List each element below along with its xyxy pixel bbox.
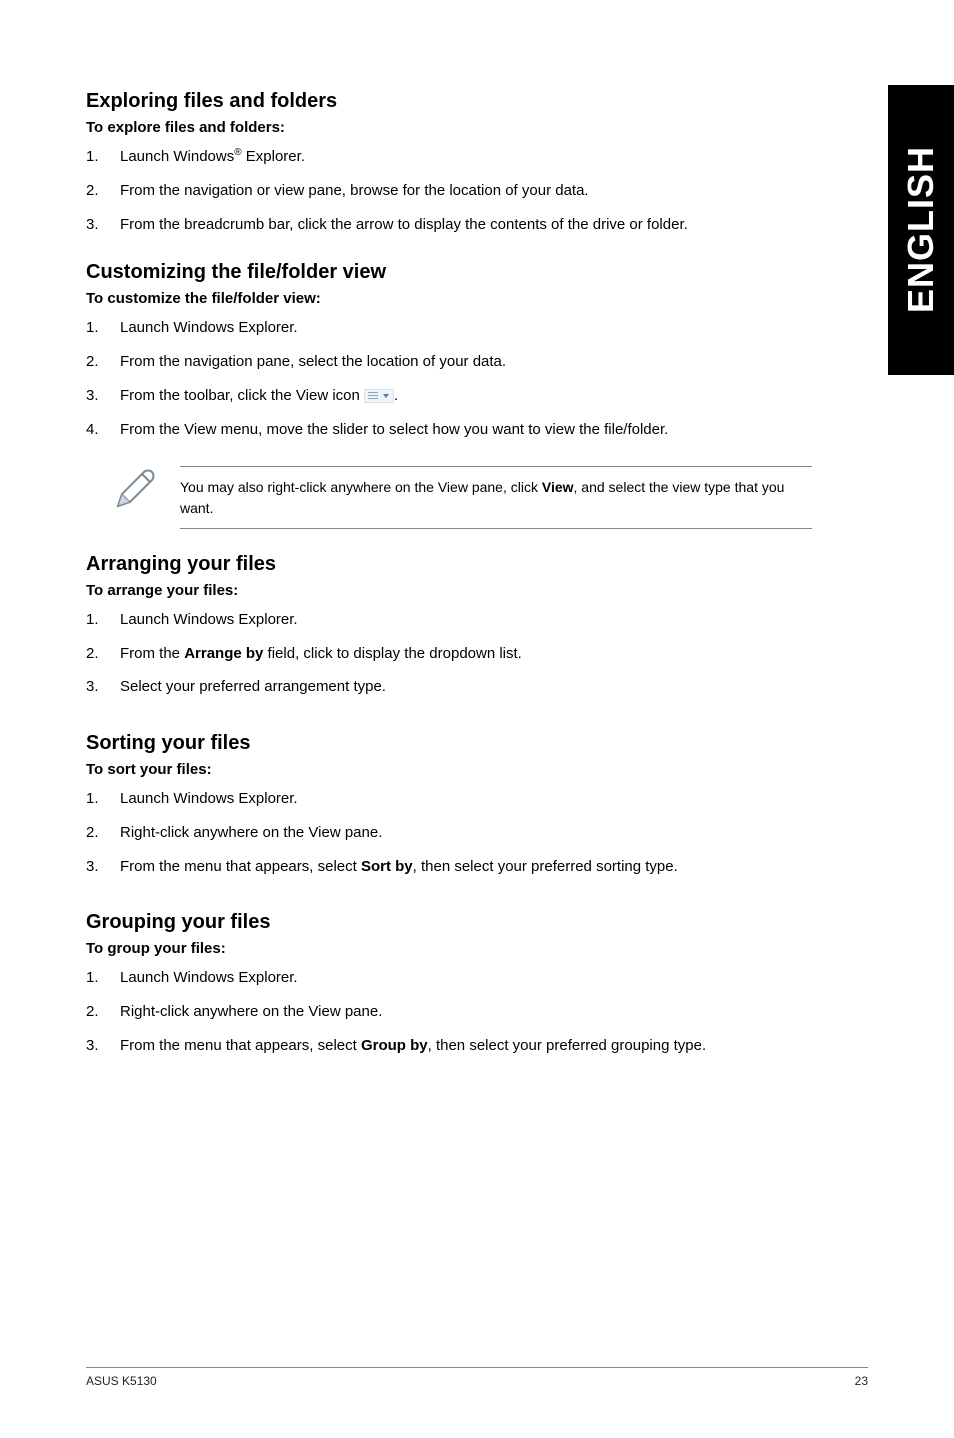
text-fragment: From the menu that appears, select	[120, 858, 361, 875]
step-number: 3.	[86, 214, 120, 236]
step-number: 3.	[86, 1035, 120, 1057]
step-number: 2.	[86, 1001, 120, 1023]
page-number: 23	[855, 1374, 868, 1388]
step-text: From the View menu, move the slider to s…	[120, 419, 826, 441]
heading-sorting: Sorting your files	[86, 732, 826, 755]
step-text: From the menu that appears, select Group…	[120, 1035, 826, 1057]
view-dropdown-icon	[364, 389, 394, 403]
list-item: 3. From the menu that appears, select Gr…	[86, 1035, 826, 1057]
step-text: Select your preferred arrangement type.	[120, 676, 826, 698]
text-fragment: Launch Windows	[120, 148, 234, 165]
page-footer: ASUS K5130 23	[86, 1367, 868, 1388]
list-customizing: 1. Launch Windows Explorer. 2. From the …	[86, 317, 826, 440]
step-text: From the navigation or view pane, browse…	[120, 180, 826, 202]
subheading-exploring: To explore files and folders:	[86, 119, 826, 136]
list-item: 1. Launch Windows Explorer.	[86, 788, 826, 810]
list-item: 3. Select your preferred arrangement typ…	[86, 676, 826, 698]
spacer	[86, 724, 826, 732]
heading-customizing: Customizing the file/folder view	[86, 261, 826, 284]
step-number: 1.	[86, 609, 120, 631]
step-text: Right-click anywhere on the View pane.	[120, 1001, 826, 1023]
list-item: 1. Launch Windows Explorer.	[86, 609, 826, 631]
subheading-grouping: To group your files:	[86, 940, 826, 957]
list-arranging: 1. Launch Windows Explorer. 2. From the …	[86, 609, 826, 698]
subheading-sorting: To sort your files:	[86, 761, 826, 778]
bold-text: Group by	[361, 1037, 428, 1054]
text-fragment: From the toolbar, click the View icon	[120, 387, 364, 404]
bold-text: Sort by	[361, 858, 413, 875]
step-text: Right-click anywhere on the View pane.	[120, 822, 826, 844]
text-fragment: From the menu that appears, select	[120, 1037, 361, 1054]
list-item: 2. From the Arrange by field, click to d…	[86, 643, 826, 665]
spacer	[86, 903, 826, 911]
text-fragment: , then select your preferred grouping ty…	[428, 1037, 707, 1054]
step-number: 3.	[86, 385, 120, 407]
step-number: 1.	[86, 967, 120, 989]
list-grouping: 1. Launch Windows Explorer. 2. Right-cli…	[86, 967, 826, 1056]
text-fragment: From the	[120, 645, 184, 662]
list-item: 4. From the View menu, move the slider t…	[86, 419, 826, 441]
step-text: From the breadcrumb bar, click the arrow…	[120, 214, 826, 236]
list-item: 3. From the menu that appears, select So…	[86, 856, 826, 878]
list-item: 2. From the navigation or view pane, bro…	[86, 180, 826, 202]
bold-text: Arrange by	[184, 645, 263, 662]
content-area: Exploring files and folders To explore f…	[86, 90, 826, 1057]
list-item: 1. Launch Windows Explorer.	[86, 317, 826, 339]
pencil-icon	[112, 466, 158, 517]
list-sorting: 1. Launch Windows Explorer. 2. Right-cli…	[86, 788, 826, 877]
step-number: 4.	[86, 419, 120, 441]
list-item: 1. Launch Windows Explorer.	[86, 967, 826, 989]
subheading-arranging: To arrange your files:	[86, 582, 826, 599]
list-item: 1. Launch Windows® Explorer.	[86, 146, 826, 168]
side-tab: ENGLISH	[888, 85, 954, 375]
text-fragment: Explorer.	[242, 148, 305, 165]
registered-symbol: ®	[234, 147, 241, 158]
step-text: Launch Windows Explorer.	[120, 788, 826, 810]
list-item: 2. From the navigation pane, select the …	[86, 351, 826, 373]
step-text: Launch Windows® Explorer.	[120, 146, 826, 168]
list-exploring: 1. Launch Windows® Explorer. 2. From the…	[86, 146, 826, 235]
list-item: 2. Right-click anywhere on the View pane…	[86, 1001, 826, 1023]
step-number: 1.	[86, 788, 120, 810]
text-fragment: You may also right-click anywhere on the…	[180, 479, 542, 495]
heading-arranging: Arranging your files	[86, 553, 826, 576]
bold-text: View	[542, 479, 574, 495]
step-text: From the toolbar, click the View icon .	[120, 385, 826, 407]
step-number: 2.	[86, 351, 120, 373]
note-text: You may also right-click anywhere on the…	[180, 466, 812, 529]
step-number: 2.	[86, 180, 120, 202]
step-number: 1.	[86, 146, 120, 168]
step-number: 1.	[86, 317, 120, 339]
footer-model: ASUS K5130	[86, 1374, 157, 1388]
list-item: 3. From the breadcrumb bar, click the ar…	[86, 214, 826, 236]
step-number: 3.	[86, 856, 120, 878]
page: ENGLISH Exploring files and folders To e…	[0, 0, 954, 1438]
step-text: Launch Windows Explorer.	[120, 967, 826, 989]
list-item: 3. From the toolbar, click the View icon…	[86, 385, 826, 407]
text-fragment: field, click to display the dropdown lis…	[263, 645, 521, 662]
step-text: From the navigation pane, select the loc…	[120, 351, 826, 373]
heading-exploring: Exploring files and folders	[86, 90, 826, 113]
note-block: You may also right-click anywhere on the…	[112, 466, 812, 529]
text-fragment: .	[394, 387, 398, 404]
list-item: 2. Right-click anywhere on the View pane…	[86, 822, 826, 844]
step-number: 2.	[86, 643, 120, 665]
heading-grouping: Grouping your files	[86, 911, 826, 934]
step-text: Launch Windows Explorer.	[120, 317, 826, 339]
step-number: 3.	[86, 676, 120, 698]
side-tab-label: ENGLISH	[900, 146, 942, 313]
step-text: From the menu that appears, select Sort …	[120, 856, 826, 878]
subheading-customizing: To customize the file/folder view:	[86, 290, 826, 307]
step-text: From the Arrange by field, click to disp…	[120, 643, 826, 665]
step-number: 2.	[86, 822, 120, 844]
text-fragment: , then select your preferred sorting typ…	[413, 858, 678, 875]
step-text: Launch Windows Explorer.	[120, 609, 826, 631]
